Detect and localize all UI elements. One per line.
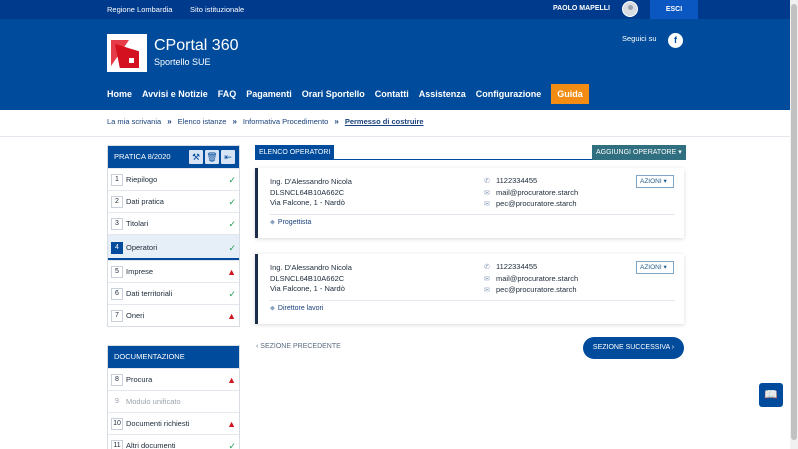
breadcrumb: La mia scrivania » Elenco istanze » Info…	[107, 117, 424, 126]
pratica-panel: PRATICA 8/2020 ⚒ 🗑 ⇤ 1 Riepilogo ✓ 2 Dati p…	[107, 145, 240, 327]
step-oneri[interactable]: 7 Oneri ▲	[108, 304, 239, 326]
next-section-button[interactable]: SEZIONE SUCCESSIVA ›	[583, 337, 684, 359]
nav-contatti[interactable]: Contatti	[375, 88, 409, 103]
panel-title: DOCUMENTAZIONE	[114, 352, 185, 361]
step-titolari[interactable]: 3 Titolari ✓	[108, 212, 239, 234]
panel-header: DOCUMENTAZIONE	[108, 346, 239, 368]
nav-faq[interactable]: FAQ	[218, 88, 237, 103]
nav-avvisi[interactable]: Avvisi e Notizie	[142, 88, 208, 103]
mail-icon: ✉	[484, 287, 490, 295]
user-name: PAOLO MAPELLI	[552, 5, 610, 12]
check-icon: ✓	[228, 243, 236, 253]
warning-icon: ▲	[227, 419, 236, 429]
step-documenti-richiesti[interactable]: 10 Documenti richiesti ▲	[108, 412, 239, 434]
operator-pec: pec@procuratore.starch	[496, 199, 577, 209]
step-imprese[interactable]: 5 Imprese ▲	[108, 260, 239, 282]
chevron-right-icon: »	[167, 117, 172, 126]
tag-icon: ⬥	[270, 305, 275, 312]
warning-icon: ▲	[227, 311, 236, 321]
operator-card: Ing. D'Alessandro Nicola DLSNCL64B10A662…	[255, 168, 684, 238]
chevron-right-icon: »	[334, 117, 339, 126]
mail-icon: ✉	[484, 189, 490, 197]
mail-icon: ✉	[484, 201, 490, 209]
operator-name: Ing. D'Alessandro Nicola	[270, 263, 352, 272]
exit-icon[interactable]: ⇤	[221, 150, 235, 164]
nav-home[interactable]: Home	[107, 88, 132, 103]
step-altri-documenti[interactable]: 11 Altri documenti ✓	[108, 434, 239, 449]
panel-header: PRATICA 8/2020 ⚒ 🗑 ⇤	[108, 146, 239, 168]
add-operator-button[interactable]: AGGIUNGI OPERATORE ▾	[592, 145, 686, 160]
phone-icon: ✆	[484, 264, 490, 271]
operator-address: Via Falcone, 1 - Nardò	[270, 284, 345, 294]
operator-name: Ing. D'Alessandro Nicola	[270, 177, 352, 186]
link-regione[interactable]: Regione Lombardia	[107, 5, 172, 14]
step-operatori[interactable]: 4 Operatori ✓	[108, 234, 239, 260]
step-procura[interactable]: 8 Procura ▲	[108, 368, 239, 390]
documentazione-panel: DOCUMENTAZIONE 8 Procura ▲ 9 Modulo unifica…	[107, 345, 240, 449]
social-label: Seguici su	[622, 34, 657, 43]
check-icon: ✓	[228, 175, 236, 185]
operator-pec: pec@procuratore.starch	[496, 285, 577, 295]
operator-mail: mail@procuratore.starch	[496, 187, 579, 197]
check-icon: ✓	[228, 441, 236, 449]
actions-dropdown[interactable]: AZIONI ▾	[636, 175, 674, 188]
warning-icon: ▲	[227, 375, 236, 385]
operator-address: Via Falcone, 1 - Nardò	[270, 198, 345, 208]
nav-orari[interactable]: Orari Sportello	[302, 88, 365, 103]
operator-mail: mail@procuratore.starch	[496, 273, 579, 283]
scrollbar-thumb[interactable]	[791, 4, 797, 440]
nav-assistenza[interactable]: Assistenza	[419, 88, 466, 103]
check-icon: ✓	[228, 197, 236, 207]
logout-button[interactable]: ESCI	[650, 0, 698, 19]
app-subtitle: Sportello SUE	[154, 57, 211, 67]
warning-icon: ▲	[227, 267, 236, 277]
facebook-icon[interactable]: f	[668, 33, 683, 48]
breadcrumb-current[interactable]: Permesso di costruire	[345, 117, 424, 126]
phone-icon: ✆	[484, 178, 490, 185]
breadcrumb-item[interactable]: Informativa Procedimento	[243, 117, 328, 126]
wrench-icon[interactable]: ⚒	[189, 150, 203, 164]
avatar[interactable]	[622, 1, 638, 17]
step-dati-territoriali[interactable]: 6 Dati territoriali ✓	[108, 282, 239, 304]
link-sito[interactable]: Sito istituzionale	[190, 5, 244, 14]
previous-section-link[interactable]: ‹ SEZIONE PRECEDENTE	[256, 343, 341, 350]
mail-icon: ✉	[484, 275, 490, 283]
main-nav: Home Avvisi e Notizie FAQ Pagamenti Orar…	[107, 84, 599, 104]
chevron-right-icon: »	[232, 117, 237, 126]
breadcrumb-item[interactable]: Elenco istanze	[178, 117, 227, 126]
nav-configurazione[interactable]: Configurazione	[476, 88, 542, 103]
header: CPortal 360 Sportello SUE Seguici su f H…	[0, 19, 790, 110]
operator-phone: 1122334455	[496, 176, 538, 185]
chevron-down-icon: ▾	[678, 149, 682, 156]
actions-dropdown[interactable]: AZIONI ▾	[636, 261, 674, 274]
nav-pagamenti[interactable]: Pagamenti	[246, 88, 292, 103]
top-bar: Regione Lombardia Sito istituzionale PAO…	[0, 0, 790, 19]
tag-icon: ⬥	[270, 219, 275, 226]
breadcrumb-item[interactable]: La mia scrivania	[107, 117, 161, 126]
section-title: ELENCO OPERATORI	[255, 145, 335, 160]
chevron-left-icon: ‹	[256, 343, 259, 350]
operator-role: ⬥ Progettista	[270, 219, 312, 226]
scrollbar[interactable]	[790, 0, 798, 449]
divider	[0, 136, 790, 137]
step-dati-pratica[interactable]: 2 Dati pratica ✓	[108, 190, 239, 212]
step-riepilogo[interactable]: 1 Riepilogo ✓	[108, 168, 239, 190]
chevron-down-icon: ▾	[663, 264, 667, 271]
step-modulo-unificato: 9 Modulo unificato	[108, 390, 239, 412]
panel-title: PRATICA 8/2020	[114, 152, 171, 161]
trash-icon[interactable]: 🗑	[205, 150, 219, 164]
check-icon: ✓	[228, 219, 236, 229]
book-icon[interactable]: 📖	[759, 383, 783, 407]
nav-guida[interactable]: Guida	[551, 84, 589, 104]
operator-role: ⬥ Direttore lavori	[270, 305, 324, 312]
operator-cf: DLSNCL64B10A662C	[270, 187, 345, 197]
check-icon: ✓	[228, 289, 236, 299]
operator-card: Ing. D'Alessandro Nicola DLSNCL64B10A662…	[255, 254, 684, 324]
chevron-right-icon: ›	[671, 344, 675, 351]
app-logo[interactable]	[107, 34, 147, 72]
app-title: CPortal 360	[154, 37, 239, 54]
operator-cf: DLSNCL64B10A662C	[270, 273, 345, 283]
operator-phone: 1122334455	[496, 262, 538, 271]
chevron-down-icon: ▾	[663, 178, 667, 185]
